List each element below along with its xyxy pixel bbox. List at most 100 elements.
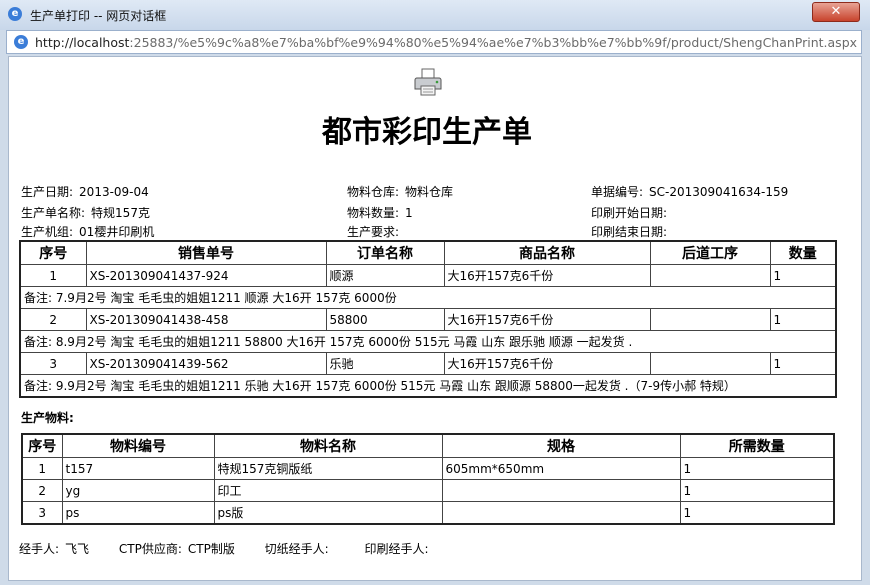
footer-value: 飞飞 [65,542,90,556]
footer-label: 切纸经手人: [264,542,329,556]
remark-row: 备注: 9.9月2号 淘宝 毛毛虫的姐姐1211 乐驰 大16开 157克 60… [19,374,837,398]
printer-icon[interactable] [413,67,443,97]
info-label: 生产机组: [21,225,74,239]
col-header: 物料名称 [213,433,443,458]
cell-qty: 1 [769,352,837,375]
col-header: 规格 [441,433,681,458]
info-requirements: 生产要求: [347,223,405,240]
cell-spec [441,479,681,502]
cell-spec [441,501,681,525]
cell-remark: 备注: 9.9月2号 淘宝 毛毛虫的姐姐1211 乐驰 大16开 157克 60… [19,374,837,398]
cell-qty: 1 [679,457,835,480]
info-print-end: 印刷结束日期: [591,223,673,240]
info-warehouse: 物料仓库: 物料仓库 [347,183,453,200]
cell-no: 3 [21,501,63,525]
info-label: 物料数量: [347,206,400,220]
cell-no: 1 [19,264,87,287]
cell-code: yg [61,479,215,502]
cell-remark: 备注: 8.9月2号 淘宝 毛毛虫的姐姐1211 58800 大16开 157克… [19,330,837,353]
cell-qty: 1 [679,479,835,502]
doc-title: 都市彩印生产单 [322,115,532,150]
cell-remark: 备注: 7.9月2号 淘宝 毛毛虫的姐姐1211 顺源 大16开 157克 60… [19,286,837,309]
footer-handler: 经手人: 飞飞 [19,540,89,557]
cell-no: 1 [21,457,63,480]
col-header: 序号 [21,433,63,458]
footer-ctp-supplier: CTP供应商: CTP制版 [119,540,235,557]
info-order-name: 生产单名称: 特规157克 [21,204,150,221]
table-row: 3 ps ps版 1 [21,501,835,525]
url-host: http://localhost [35,35,130,50]
cell-post [649,352,771,375]
window-title: 生产单打印 -- 网页对话框 [30,9,167,23]
cell-no: 2 [21,479,63,502]
cell-product: 大16开157克6千份 [443,264,651,287]
info-label: 物料仓库: [347,185,400,199]
ie-logo-icon: e [8,7,22,21]
cell-qty: 1 [679,501,835,525]
info-value: SC-201309041634-159 [649,185,789,199]
info-value: 2013-09-04 [79,185,149,199]
footer-printing-handler: 印刷经手人: [365,540,435,557]
url-path: :25883/%e5%9c%a8%e7%ba%bf%e9%94%80%e5%94… [129,35,857,50]
col-header: 序号 [19,240,87,265]
info-label: 生产要求: [347,225,400,239]
footer-signatures: 经手人: 飞飞 CTP供应商: CTP制版 切纸经手人: 印刷经手人: [19,540,461,557]
cell-code: ps [61,501,215,525]
info-value: 物料仓库 [405,185,454,199]
footer-label: 经手人: [19,542,60,556]
cell-no: 2 [19,308,87,331]
materials-table: 序号 物料编号 物料名称 规格 所需数量 1 t157 特规157克铜版纸 60… [21,433,835,525]
info-value: 01樱井印刷机 [79,225,155,239]
table-row: 3 XS-201309041439-562 乐驰 大16开157克6千份 1 [19,352,837,375]
info-machine-group: 生产机组: 01樱井印刷机 [21,223,154,240]
info-value: 特规157克 [91,206,150,220]
cell-sale-no: XS-201309041438-458 [85,308,327,331]
table-row: 2 yg 印工 1 [21,479,835,502]
cell-qty: 1 [769,308,837,331]
info-label: 印刷结束日期: [591,225,668,239]
table-row: 1 t157 特规157克铜版纸 605mm*650mm 1 [21,457,835,480]
cell-sale-no: XS-201309041437-924 [85,264,327,287]
orders-table: 序号 销售单号 订单名称 商品名称 后道工序 数量 1 XS-201309041… [19,240,837,398]
remark-row: 备注: 7.9月2号 淘宝 毛毛虫的姐姐1211 顺源 大16开 157克 60… [19,286,837,309]
remark-row: 备注: 8.9月2号 淘宝 毛毛虫的姐姐1211 58800 大16开 157克… [19,330,837,353]
cell-qty: 1 [769,264,837,287]
info-label: 生产日期: [21,185,74,199]
cell-order-name: 顺源 [325,264,445,287]
address-bar[interactable]: e http://localhost:25883/%e5%9c%a8%e7%ba… [6,30,862,54]
cell-no: 3 [19,352,87,375]
cell-product: 大16开157克6千份 [443,308,651,331]
cell-name: 特规157克铜版纸 [213,457,443,480]
footer-label: CTP供应商: [118,542,182,556]
cell-post [649,264,771,287]
cell-sale-no: XS-201309041439-562 [85,352,327,375]
cell-order-name: 58800 [325,308,445,331]
cell-code: t157 [61,457,215,480]
col-header: 商品名称 [443,240,651,265]
col-header: 订单名称 [325,240,445,265]
page-content: 都市彩印生产单 生产日期: 2013-09-04 生产单名称: 特规157克 生产机… [8,56,862,581]
footer-value: CTP制版 [187,542,235,556]
info-label: 印刷开始日期: [591,206,668,220]
materials-header-row: 序号 物料编号 物料名称 规格 所需数量 [21,433,835,458]
footer-label: 印刷经手人: [364,542,429,556]
url-text: http://localhost:25883/%e5%9c%a8%e7%ba%b… [35,35,857,50]
info-production-date: 生产日期: 2013-09-04 [21,183,149,200]
info-doc-number: 单据编号: SC-201309041634-159 [591,183,788,200]
materials-section-title: 生产物料: [21,411,74,425]
cell-spec: 605mm*650mm [441,457,681,480]
orders-header-row: 序号 销售单号 订单名称 商品名称 后道工序 数量 [19,240,837,265]
info-label: 单据编号: [591,185,644,199]
table-row: 2 XS-201309041438-458 58800 大16开157克6千份 … [19,308,837,331]
info-label: 生产单名称: [21,206,86,220]
cell-name: ps版 [213,501,443,525]
page-icon: e [14,35,28,49]
title-bar: e 生产单打印 -- 网页对话框 ✕ [0,0,870,30]
col-header: 数量 [769,240,837,265]
cell-order-name: 乐驰 [325,352,445,375]
col-header: 物料编号 [61,433,215,458]
footer-cutting-handler: 切纸经手人: [265,540,335,557]
col-header: 后道工序 [649,240,771,265]
info-print-start: 印刷开始日期: [591,204,673,221]
close-button[interactable]: ✕ [812,2,860,22]
